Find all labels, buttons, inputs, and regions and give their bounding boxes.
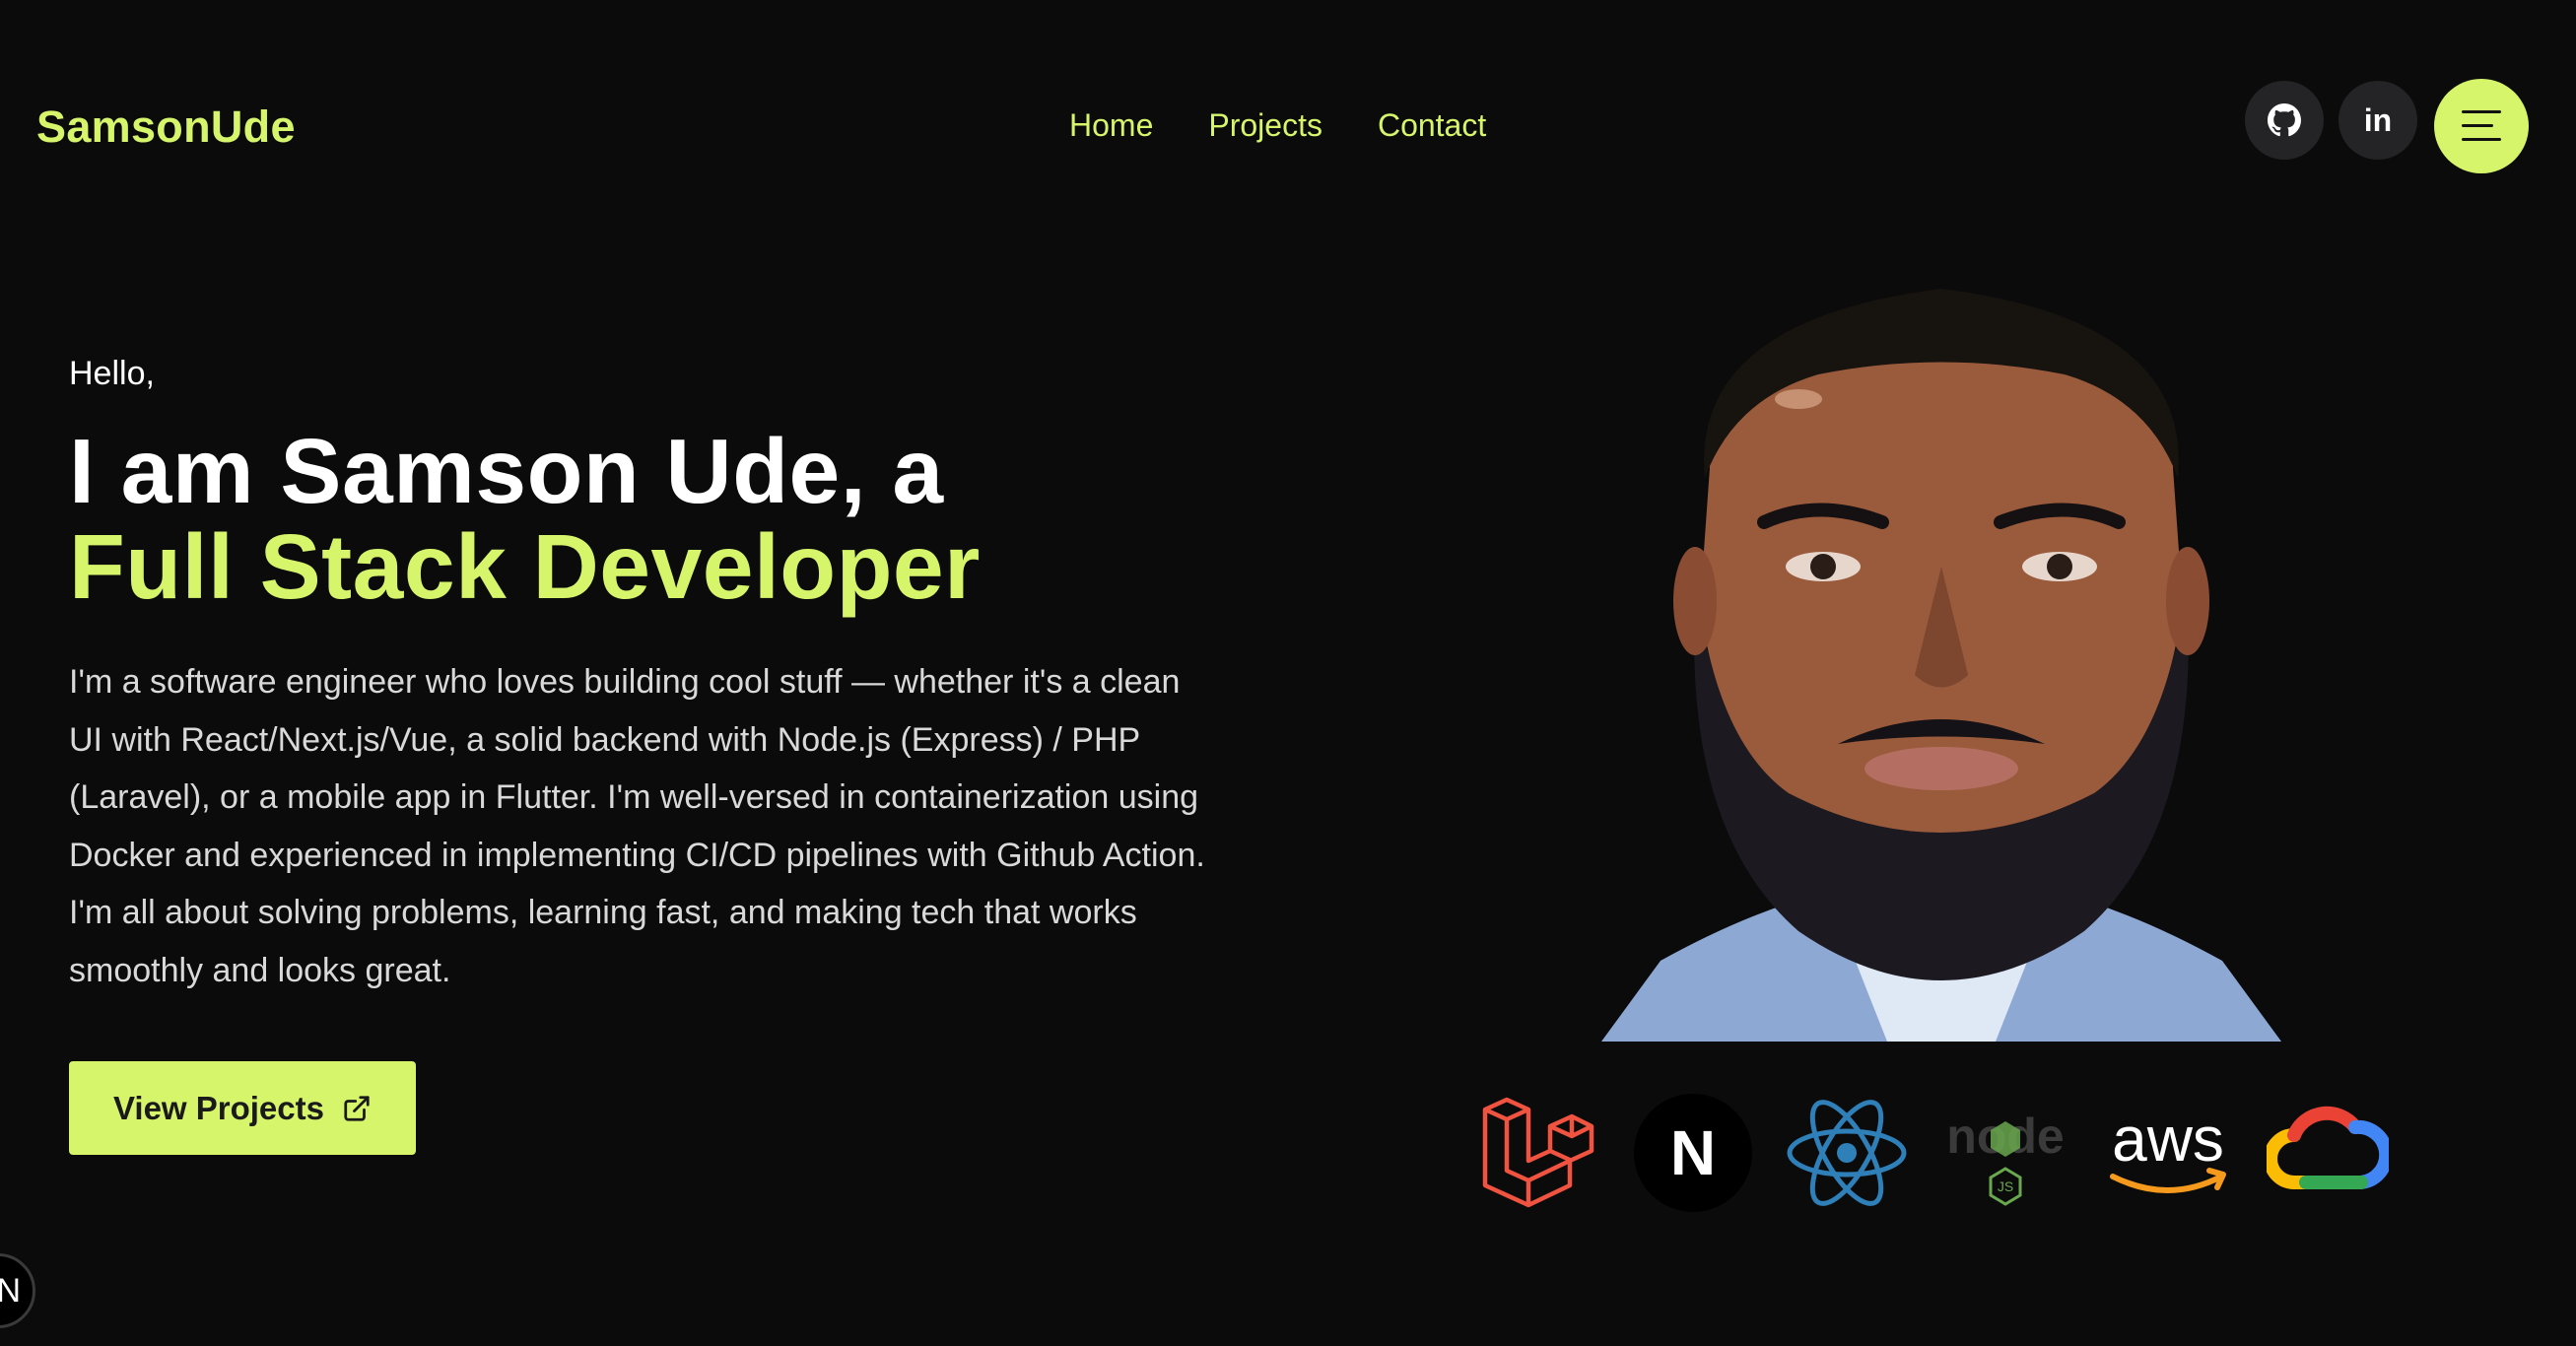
nextjs-logo: N (1634, 1094, 1752, 1212)
github-button[interactable] (2245, 81, 2324, 160)
portfolio-page: SamsonUde Home Projects Contact in Hello… (0, 0, 2576, 1346)
main-nav: Home Projects Contact (1069, 107, 1486, 144)
greeting: Hello, (69, 355, 155, 392)
cta-label: View Projects (112, 1089, 324, 1126)
external-link-icon (344, 1095, 370, 1121)
portrait-photo (1601, 289, 2281, 1042)
linkedin-button[interactable]: in (2339, 81, 2417, 160)
aws-logo-label: aws (2112, 1104, 2224, 1175)
nextjs-logo-label: N (1670, 1117, 1716, 1188)
menu-button[interactable] (2434, 79, 2529, 173)
google-cloud-logo (2267, 1106, 2389, 1189)
linkedin-icon: in (2363, 101, 2393, 138)
nav-home[interactable]: Home (1069, 107, 1153, 144)
view-projects-button[interactable]: View Projects (69, 1061, 416, 1155)
aws-logo: aws (2110, 1104, 2226, 1193)
github-icon (2268, 103, 2301, 137)
svg-text:JS: JS (1998, 1178, 2013, 1194)
headline-role: Full Stack Developer (69, 515, 981, 618)
nextjs-dev-indicator[interactable]: N (0, 1253, 35, 1328)
react-logo (1787, 1100, 1907, 1206)
nav-projects[interactable]: Projects (1208, 107, 1322, 144)
headline-line1: I am Samson Ude, a (69, 420, 944, 522)
hero-headline: I am Samson Ude, a Full Stack Developer (69, 424, 1252, 615)
hero-bio: I'm a software engineer who loves buildi… (69, 663, 1205, 989)
nextjs-dev-indicator-icon: N (0, 1271, 21, 1310)
nav-contact[interactable]: Contact (1378, 107, 1486, 144)
nodejs-logo: node JS (1946, 1109, 2065, 1206)
laravel-logo (1482, 1097, 1594, 1208)
site-logo[interactable]: SamsonUde (36, 101, 296, 153)
